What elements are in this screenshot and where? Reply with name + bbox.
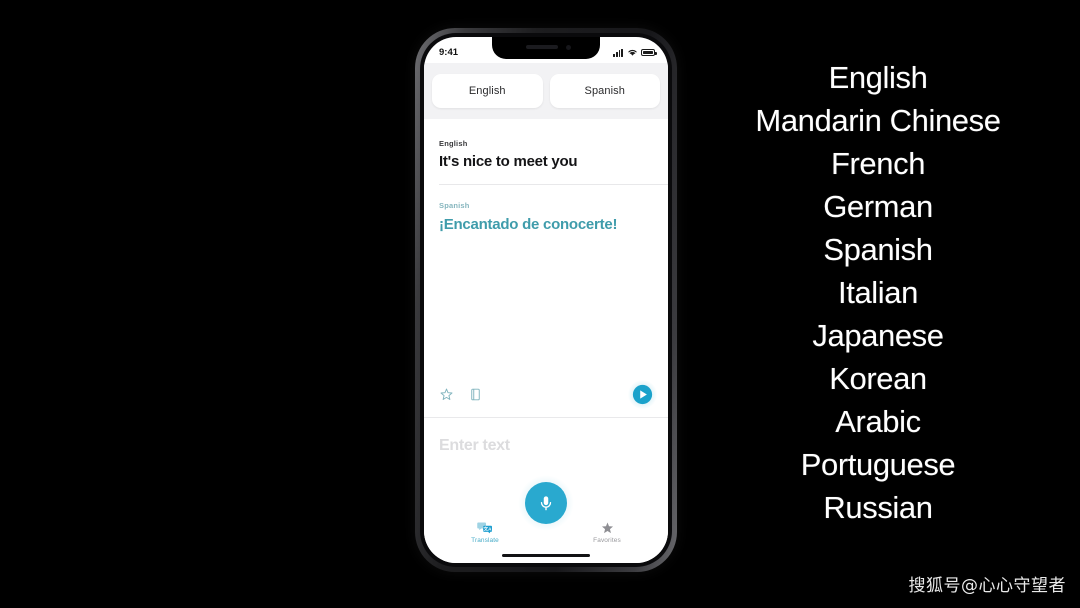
language-list-item: Japanese (812, 318, 944, 353)
target-text-block[interactable]: Spanish ¡Encantado de conocerte! (424, 185, 668, 234)
translation-card: English It's nice to meet you Spanish ¡E… (424, 119, 668, 563)
status-bar-time: 9:41 (439, 47, 459, 58)
language-list-item: Mandarin Chinese (755, 103, 1001, 138)
bottom-tab-bar: 文A Translate Favorites (424, 517, 668, 563)
status-bar-indicators (613, 48, 657, 57)
source-text-value: It's nice to meet you (439, 153, 578, 170)
target-text-value: ¡Encantado de conocerte! (439, 216, 618, 234)
language-list-item: German (823, 189, 933, 224)
target-text-language-label: Spanish (439, 201, 470, 211)
tab-translate[interactable]: 文A Translate (424, 521, 546, 544)
screenshot-root: 9:41 English Spanish English It's nice t… (0, 0, 1080, 608)
target-language-label: Spanish (584, 85, 625, 97)
device-notch (492, 37, 600, 59)
language-list-item: Portuguese (800, 447, 956, 482)
action-icons-group (439, 387, 483, 402)
play-circle-icon[interactable] (628, 379, 657, 409)
star-icon[interactable] (439, 387, 454, 402)
language-list-item: Arabic (835, 404, 921, 439)
home-indicator[interactable] (502, 553, 590, 557)
translation-action-row (424, 371, 668, 417)
watermark: 搜狐号@心心守望者 (908, 576, 1066, 596)
supported-languages-list: English Mandarin Chinese French German S… (700, 56, 1056, 529)
language-list-item: Russian (823, 490, 933, 525)
language-list-item: French (830, 146, 926, 181)
battery-icon (641, 49, 657, 56)
phone-screen: 9:41 English Spanish English It's nice t… (424, 37, 668, 563)
tab-favorites[interactable]: Favorites (546, 521, 668, 544)
language-list-item: Spanish (823, 232, 933, 267)
translate-bubbles-icon: 文A (477, 522, 492, 534)
language-selector-bar: English Spanish (424, 63, 668, 119)
wifi-icon (627, 49, 637, 56)
language-list-item: Italian (838, 275, 918, 310)
tab-translate-label: Translate (471, 537, 499, 544)
tab-favorites-label: Favorites (593, 537, 621, 544)
iphone-device-frame: 9:41 English Spanish English It's nice t… (415, 28, 677, 572)
source-text-language-label: English (439, 139, 468, 148)
source-text-block[interactable]: English It's nice to meet you (424, 119, 668, 184)
front-camera (566, 45, 571, 50)
star-icon (601, 522, 613, 534)
enter-text-placeholder[interactable]: Enter text (439, 437, 510, 455)
source-language-button[interactable]: English (432, 74, 543, 108)
earpiece-speaker (526, 45, 558, 49)
target-language-button[interactable]: Spanish (549, 74, 660, 108)
svg-text:文A: 文A (483, 525, 492, 532)
language-list-item: Korean (829, 361, 927, 396)
device-bezel: 9:41 English Spanish English It's nice t… (420, 33, 672, 567)
language-list-item: English (828, 60, 928, 95)
cellular-signal-icon (613, 48, 623, 57)
card-divider-2 (424, 417, 668, 418)
source-language-label: English (468, 85, 506, 97)
book-icon[interactable] (468, 387, 483, 402)
